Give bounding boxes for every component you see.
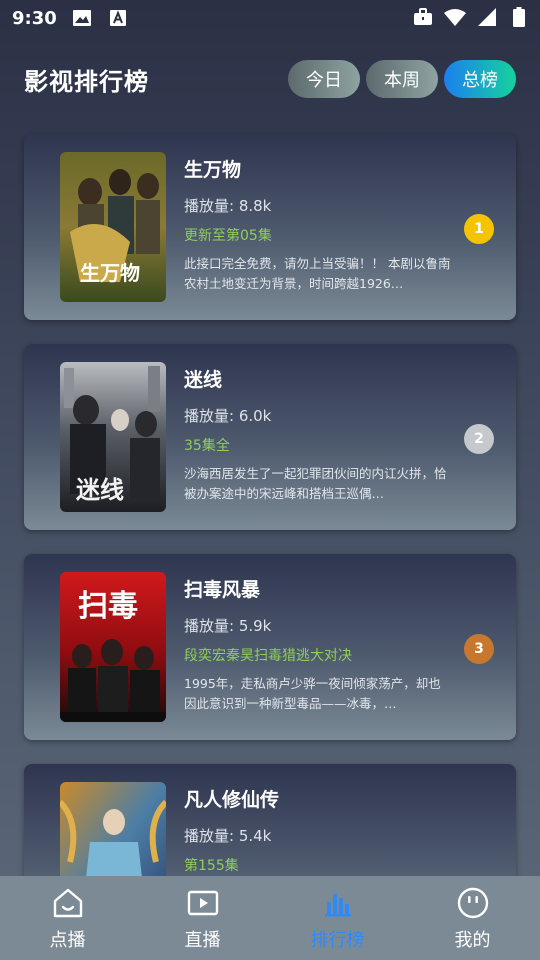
- item-info: 凡人修仙传 播放量: 5.4k 第155集: [184, 786, 452, 876]
- poster-image: 扫毒: [60, 572, 166, 722]
- list-item[interactable]: 生万物 生万物 播放量: 8.8k 更新至第05集 此接口完全免费，请勿上当受骗…: [24, 134, 516, 320]
- item-title: 扫毒风暴: [184, 579, 261, 601]
- item-info: 扫毒风暴 播放量: 5.9k 段奕宏秦昊扫毒猎逃大对决 1995年，走私商卢少骅…: [184, 576, 452, 714]
- item-title: 迷线: [184, 369, 223, 391]
- item-description: 1995年，走私商卢少骅一夜间倾家荡产，却也因此意识到一种新型毒品——冰毒，…: [184, 676, 441, 711]
- rank-badge: 2: [464, 424, 494, 454]
- nav-label: 我的: [454, 930, 491, 951]
- play-count: 播放量: 5.4k: [184, 827, 272, 845]
- item-title: 凡人修仙传: [184, 789, 280, 811]
- play-count: 播放量: 5.9k: [184, 617, 272, 635]
- briefcase-icon: [412, 6, 434, 28]
- item-title: 生万物: [184, 159, 242, 181]
- nav-label: 排行榜: [310, 930, 365, 951]
- nav-label: 点播: [49, 930, 86, 951]
- update-status: 35集全: [184, 438, 230, 454]
- status-bar: 9:30: [0, 0, 540, 36]
- header: 影视排行榜 今日 本周 总榜: [24, 58, 516, 100]
- tab-today[interactable]: 今日: [288, 60, 360, 98]
- item-info: 生万物 播放量: 8.8k 更新至第05集 此接口完全免费，请勿上当受骗！！ 本…: [184, 156, 452, 294]
- nav-item-ranking[interactable]: 排行榜: [270, 876, 405, 960]
- wifi-icon: [444, 6, 466, 28]
- update-status: 第155集: [184, 858, 239, 874]
- play-count: 播放量: 6.0k: [184, 407, 272, 425]
- bottom-nav: 点播 直播 排行榜 我的: [0, 876, 540, 960]
- tab-week[interactable]: 本周: [366, 60, 438, 98]
- chart-icon: [324, 894, 351, 917]
- update-status: 段奕宏秦昊扫毒猎逃大对决: [184, 648, 352, 664]
- list-item[interactable]: 迷线 迷线 播放量: 6.0k 35集全 沙海西居发生了一起犯罪团伙间的内讧火拼…: [24, 344, 516, 530]
- font-icon: [107, 7, 129, 29]
- status-time: 9:30: [12, 7, 57, 29]
- rank-badge: 1: [464, 214, 494, 244]
- play-count: 播放量: 8.8k: [184, 197, 272, 215]
- face-icon: [457, 887, 488, 919]
- svg-text:生万物: 生万物: [80, 261, 140, 285]
- item-description: 沙海西居发生了一起犯罪团伙间的内讧火拼，恰被办案途中的宋远峰和搭档王巡偶…: [184, 466, 447, 501]
- item-description: 此接口完全免费，请勿上当受骗！！ 本剧以鲁南农村土地变迁为背景，时间跨越1926…: [184, 256, 451, 291]
- ranking-list: 生万物 生万物 播放量: 8.8k 更新至第05集 此接口完全免费，请勿上当受骗…: [24, 134, 516, 960]
- home-icon: [53, 888, 82, 918]
- signal-icon: [476, 6, 498, 28]
- battery-icon: [508, 6, 530, 28]
- poster-image: 生万物: [60, 152, 166, 302]
- period-tabs: 今日 本周 总榜: [288, 60, 516, 98]
- nav-item-vod[interactable]: 点播: [0, 876, 135, 960]
- svg-text:迷线: 迷线: [76, 475, 124, 504]
- image-icon: [71, 7, 93, 29]
- nav-label: 直播: [184, 930, 221, 951]
- poster-image: 迷线: [60, 362, 166, 512]
- nav-item-live[interactable]: 直播: [135, 876, 270, 960]
- play-icon: [187, 890, 218, 916]
- update-status: 更新至第05集: [184, 228, 272, 244]
- rank-badge: 3: [464, 634, 494, 664]
- svg-text:扫毒: 扫毒: [78, 589, 138, 624]
- nav-item-mine[interactable]: 我的: [405, 876, 540, 960]
- item-info: 迷线 播放量: 6.0k 35集全 沙海西居发生了一起犯罪团伙间的内讧火拼，恰被…: [184, 366, 452, 504]
- tab-all-time[interactable]: 总榜: [444, 60, 516, 98]
- page-title: 影视排行榜: [24, 67, 149, 96]
- list-item[interactable]: 扫毒 扫毒风暴 播放量: 5.9k 段奕宏秦昊扫毒猎逃大对决 1995年，走私商…: [24, 554, 516, 740]
